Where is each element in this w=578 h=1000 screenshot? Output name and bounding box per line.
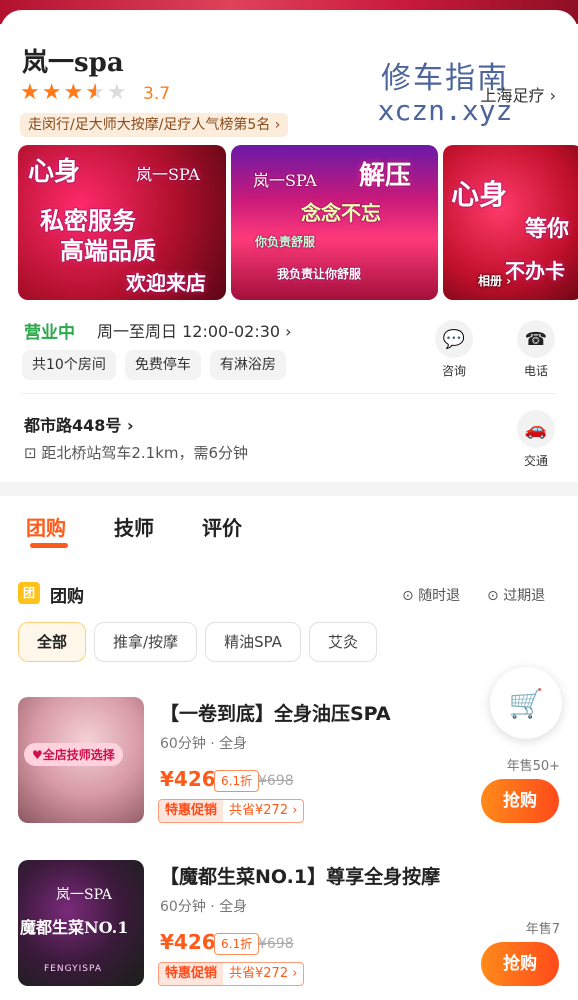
star-icon: ★ <box>20 80 40 105</box>
gallery-text: 念念不忘 <box>301 201 381 225</box>
group-buy-icon: 团 <box>18 582 40 604</box>
sales-count: 年售50+ <box>506 759 560 774</box>
cart-icon: 🛒 <box>508 686 544 720</box>
deal-meta: 60分钟 · 全身 <box>160 899 248 915</box>
rating-stars: ★ ★ ★ ★ ★ <box>20 82 127 104</box>
deal-price: ¥426 <box>160 767 216 791</box>
deal-image-footer: FENGYISPA <box>44 964 102 974</box>
phone-label: 电话 <box>523 364 548 378</box>
car-icon: 🚗 <box>517 410 555 448</box>
gallery-text: 高端品质 <box>60 236 156 265</box>
watermark-url: xczn.xyz <box>377 94 513 127</box>
original-price: ¥698 <box>258 936 294 952</box>
filter-oil-spa[interactable]: 精油SPA <box>205 622 301 662</box>
gallery-image-2[interactable]: 岚一SPA 解压 念念不忘 你负责舒服 我负责让你舒服 <box>231 145 438 300</box>
check-icon: ⊙ <box>487 588 504 604</box>
facility-tag: 共10个房间 <box>22 350 116 380</box>
promo-tag[interactable]: 特惠促销 共省¥272 › <box>158 799 305 823</box>
section-gap <box>0 482 578 496</box>
address[interactable]: 都市路448号 › <box>24 412 134 436</box>
album-button[interactable]: 相册 › <box>478 272 511 289</box>
phone-button[interactable]: ☎ 电话 <box>511 320 561 379</box>
discount-badge: 6.1折 <box>214 933 260 955</box>
technician-choice-badge: ♥全店技师选择 <box>24 743 123 766</box>
gallery-text: 不办卡 <box>505 259 565 283</box>
gallery-text: 心身 <box>28 157 81 187</box>
sales-count: 年售7 <box>525 922 560 937</box>
business-hours[interactable]: 周一至周日 12:00-02:30 › <box>97 318 292 342</box>
deal-image-brand: 岚一SPA <box>56 887 112 903</box>
gallery-text: 欢迎来店 <box>126 271 206 295</box>
divider <box>22 393 556 394</box>
phone-icon: ☎ <box>517 320 555 358</box>
promo-tag[interactable]: 特惠促销 共省¥272 › <box>158 962 305 986</box>
rank-tag[interactable]: 走闵行/足大师大按摩/足疗人气榜第5名 › <box>20 113 289 137</box>
gallery-text: 我负责让你舒服 <box>277 267 362 281</box>
refund-anytime-label: 随时退 <box>418 588 461 604</box>
deal-price: ¥426 <box>160 930 216 954</box>
check-icon: ⊙ <box>402 588 419 604</box>
gallery-image-1[interactable]: 心身 岚一SPA 私密服务 高端品质 欢迎来店 <box>18 145 226 300</box>
cart-button[interactable]: 🛒 <box>490 667 562 739</box>
refund-anytime: ⊙ 随时退 <box>402 585 460 605</box>
buy-button[interactable]: 抢购 <box>481 779 559 823</box>
chat-icon: 💬 <box>435 320 473 358</box>
original-price: ¥698 <box>258 773 294 789</box>
empty-star-icon: ★ <box>106 80 127 105</box>
tab-bar: 团购 技师 评价 <box>26 512 242 541</box>
rating-score: 3.7 <box>143 84 171 104</box>
deal-meta: 60分钟 · 全身 <box>160 736 248 752</box>
deal-image[interactable]: 岚一SPA 魔都生菜NO.1 FENGYISPA <box>18 860 144 986</box>
open-status: 营业中 <box>24 323 75 343</box>
refund-expired-label: 过期退 <box>503 588 546 604</box>
tab-group-buy[interactable]: 团购 <box>26 512 66 541</box>
buy-button[interactable]: 抢购 <box>481 942 559 986</box>
promo-savings: 共省¥272 › <box>229 966 298 981</box>
distance-info: ⊡ 距北桥站驾车2.1km，需6分钟 <box>24 442 248 463</box>
watermark-title: 修车指南 <box>381 61 509 96</box>
refund-expired: ⊙ 过期退 <box>487 585 545 605</box>
car-icon: ⊡ <box>24 444 42 462</box>
distance-text: 距北桥站驾车2.1km，需6分钟 <box>41 444 249 462</box>
deal-title[interactable]: 【魔都生菜NO.1】尊享全身按摩 <box>160 862 440 889</box>
consult-label: 咨询 <box>441 364 466 378</box>
deal-image-title: 魔都生菜NO.1 <box>20 918 129 937</box>
rank-tag-label: 走闵行/足大师大按摩/足疗人气榜第5名 <box>28 117 271 133</box>
gallery-text: 心身 <box>451 178 508 211</box>
gallery-text: 解压 <box>359 161 412 191</box>
gallery-text: 等你 <box>525 216 570 242</box>
promo-label: 特惠促销 <box>159 963 224 985</box>
watermark: 修车指南 xczn.xyz <box>370 62 520 126</box>
shop-name: 岚一spa <box>22 48 124 78</box>
tab-technicians[interactable]: 技师 <box>114 512 154 541</box>
half-star-icon: ★ <box>85 80 105 105</box>
facility-tags: 共10个房间 免费停车 有淋浴房 <box>22 350 286 380</box>
star-icon: ★ <box>63 80 84 105</box>
transit-button[interactable]: 🚗 交通 <box>511 410 561 469</box>
facility-tag: 免费停车 <box>124 350 201 380</box>
transit-label: 交通 <box>523 454 548 468</box>
gallery-text: 岚一SPA <box>253 171 317 190</box>
filter-massage[interactable]: 推拿/按摩 <box>94 622 198 662</box>
consult-button[interactable]: 💬 咨询 <box>429 320 479 379</box>
deal-title[interactable]: 【一卷到底】全身油压SPA <box>160 699 391 726</box>
facility-tag: 有淋浴房 <box>209 350 286 380</box>
gallery-text: 岚一SPA <box>136 165 200 184</box>
filter-moxibustion[interactable]: 艾灸 <box>308 622 377 662</box>
discount-badge: 6.1折 <box>214 770 260 792</box>
promo-savings: 共省¥272 › <box>229 803 298 818</box>
gallery-text: 你负责舒服 <box>255 235 316 249</box>
tab-reviews[interactable]: 评价 <box>202 512 242 541</box>
filter-all[interactable]: 全部 <box>18 622 87 662</box>
active-tab-indicator <box>30 543 68 548</box>
deal-image[interactable]: ♥全店技师选择 <box>18 697 144 823</box>
promo-label: 特惠促销 <box>159 800 224 822</box>
section-title: 团购 <box>50 587 84 607</box>
star-icon: ★ <box>41 80 62 105</box>
filter-chips: 全部 推拿/按摩 精油SPA 艾灸 <box>18 622 377 662</box>
